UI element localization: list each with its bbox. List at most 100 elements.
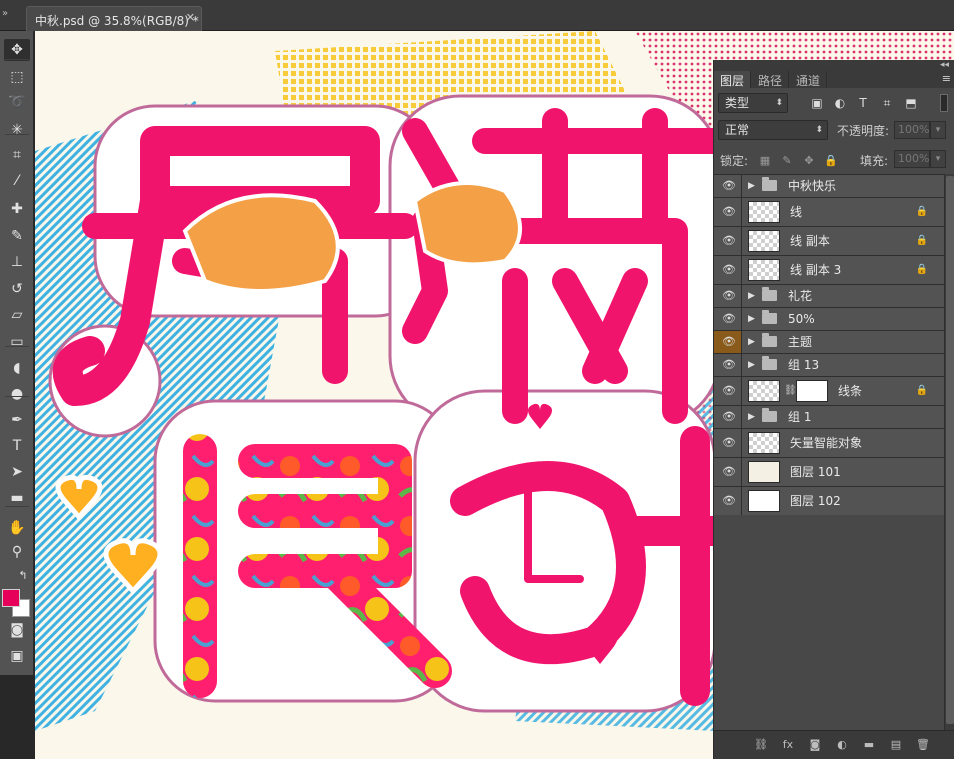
clone-stamp-tool[interactable]: ⊥ bbox=[4, 251, 30, 273]
layer-row[interactable]: 👁 ⛓ 线条 🔒 bbox=[714, 376, 944, 405]
collapse-panels-icon[interactable]: » bbox=[2, 8, 18, 20]
zoom-tool[interactable]: ⚲ bbox=[4, 541, 30, 563]
fill-field[interactable]: 100% bbox=[894, 150, 930, 168]
visibility-toggle[interactable]: 👁 bbox=[714, 458, 742, 486]
type-tool[interactable]: T bbox=[4, 435, 30, 457]
shape-filter-icon[interactable]: ⌗ bbox=[880, 96, 894, 110]
screen-mode-icon[interactable]: ▣ bbox=[4, 645, 30, 667]
lock-pixels-icon[interactable]: ✎ bbox=[780, 154, 794, 168]
layer-filter-select[interactable]: 类型 ⬍ bbox=[718, 93, 788, 113]
type-filter-icon[interactable]: T bbox=[856, 96, 870, 110]
eye-icon[interactable]: 👁 bbox=[722, 384, 736, 398]
path-selection-tool[interactable]: ➤ bbox=[4, 461, 30, 483]
smart-object-filter-icon[interactable]: ⬒ bbox=[904, 96, 918, 110]
layer-mask-thumbnail[interactable] bbox=[796, 380, 828, 402]
layer-row[interactable]: 👁 线 🔒 bbox=[714, 197, 944, 226]
layer-row[interactable]: 👁 矢量智能对象 bbox=[714, 428, 944, 457]
history-brush-tool[interactable]: ↺ bbox=[4, 278, 30, 300]
expand-arrow-icon[interactable]: ▶ bbox=[748, 312, 755, 326]
visibility-toggle[interactable]: 👁 bbox=[714, 285, 742, 307]
link-layers-icon[interactable]: ⛓ bbox=[754, 738, 768, 752]
lasso-tool[interactable]: ➰ bbox=[4, 91, 30, 113]
layers-scrollbar[interactable] bbox=[944, 174, 954, 730]
panel-menu-icon[interactable]: ≡ bbox=[942, 72, 951, 85]
layer-row[interactable]: 👁 ▶ 中秋快乐 bbox=[714, 174, 944, 197]
link-icon[interactable]: ⛓ bbox=[784, 384, 797, 398]
swap-colors-icon[interactable]: ↰ bbox=[16, 564, 30, 586]
visibility-toggle[interactable]: 👁 bbox=[714, 354, 742, 376]
new-layer-icon[interactable]: ▤ bbox=[889, 738, 903, 752]
foreground-color-swatch[interactable] bbox=[2, 589, 20, 607]
gradient-tool[interactable]: ▭ bbox=[4, 331, 30, 353]
pixel-filter-icon[interactable]: ▣ bbox=[810, 96, 824, 110]
brush-tool[interactable]: ✎ bbox=[4, 225, 30, 247]
eyedropper-tool[interactable]: ⁄ bbox=[4, 170, 30, 192]
eye-icon[interactable]: 👁 bbox=[722, 410, 736, 424]
visibility-toggle[interactable]: 👁 bbox=[714, 198, 742, 226]
filter-toggle[interactable] bbox=[940, 94, 948, 112]
tab-channels[interactable]: 通道 bbox=[790, 71, 828, 88]
collapse-panel-icon[interactable]: ◂◂ bbox=[940, 60, 949, 70]
visibility-toggle[interactable]: 👁 bbox=[714, 175, 742, 197]
eye-icon[interactable]: 👁 bbox=[722, 312, 736, 326]
visibility-toggle[interactable]: 👁 bbox=[714, 331, 742, 353]
layer-row[interactable]: 👁 ▶ 主题 bbox=[714, 330, 944, 353]
eye-icon[interactable]: 👁 bbox=[722, 465, 736, 479]
fill-dropdown-icon[interactable]: ▾ bbox=[930, 150, 946, 168]
move-tool[interactable]: ✥ bbox=[4, 39, 30, 61]
tab-paths[interactable]: 路径 bbox=[752, 71, 790, 88]
lock-all-icon[interactable]: 🔒 bbox=[824, 154, 838, 168]
expand-arrow-icon[interactable]: ▶ bbox=[748, 335, 755, 349]
eye-icon[interactable]: 👁 bbox=[722, 436, 736, 450]
adjustment-layer-icon[interactable]: ◐ bbox=[835, 738, 849, 752]
layer-row[interactable]: 👁 ▶ 组 13 bbox=[714, 353, 944, 376]
visibility-toggle[interactable]: 👁 bbox=[714, 487, 742, 515]
dodge-tool[interactable]: ● bbox=[4, 383, 30, 405]
layer-row[interactable]: 👁 ▶ 50% bbox=[714, 307, 944, 330]
layer-row[interactable]: 👁 ▶ 礼花 bbox=[714, 284, 944, 307]
lock-position-icon[interactable]: ✥ bbox=[802, 154, 816, 168]
new-group-icon[interactable]: ▬ bbox=[862, 738, 876, 752]
delete-layer-icon[interactable]: 🗑 bbox=[916, 738, 930, 752]
layer-row[interactable]: 👁 ▶ 组 1 bbox=[714, 405, 944, 428]
eye-icon[interactable]: 👁 bbox=[722, 335, 736, 349]
add-mask-icon[interactable]: ◙ bbox=[808, 738, 822, 752]
scrollbar-thumb[interactable] bbox=[946, 176, 954, 724]
layer-row[interactable]: 👁 图层 102 bbox=[714, 486, 944, 515]
eye-icon[interactable]: 👁 bbox=[722, 289, 736, 303]
eye-icon[interactable]: 👁 bbox=[722, 358, 736, 372]
tab-layers[interactable]: 图层 bbox=[714, 71, 752, 88]
pen-tool[interactable]: ✒ bbox=[4, 409, 30, 431]
document-tab[interactable]: 中秋.psd @ 35.8%(RGB/8) * ✕ bbox=[26, 6, 202, 31]
blur-tool[interactable]: ◖ bbox=[4, 357, 30, 379]
opacity-dropdown-icon[interactable]: ▾ bbox=[930, 121, 946, 139]
layer-row[interactable]: 👁 图层 101 bbox=[714, 457, 944, 486]
visibility-toggle[interactable]: 👁 bbox=[714, 256, 742, 284]
eye-icon[interactable]: 👁 bbox=[722, 494, 736, 508]
quick-mask-icon[interactable]: ◙ bbox=[4, 619, 30, 641]
expand-arrow-icon[interactable]: ▶ bbox=[748, 289, 755, 303]
add-style-icon[interactable]: fx bbox=[781, 738, 795, 752]
visibility-toggle[interactable]: 👁 bbox=[714, 377, 742, 405]
hand-tool[interactable]: ✋ bbox=[4, 517, 30, 539]
eraser-tool[interactable]: ▱ bbox=[4, 304, 30, 326]
lock-transparency-icon[interactable]: ▦ bbox=[758, 154, 772, 168]
marquee-tool[interactable]: ⬚ bbox=[4, 66, 30, 88]
visibility-toggle[interactable]: 👁 bbox=[714, 308, 742, 330]
layer-row[interactable]: 👁 线 副本 🔒 bbox=[714, 226, 944, 255]
visibility-toggle[interactable]: 👁 bbox=[714, 227, 742, 255]
crop-tool[interactable]: ⌗ bbox=[4, 144, 30, 166]
blend-mode-select[interactable]: 正常 ⬍ bbox=[718, 120, 828, 140]
visibility-toggle[interactable]: 👁 bbox=[714, 429, 742, 457]
expand-arrow-icon[interactable]: ▶ bbox=[748, 179, 755, 193]
eye-icon[interactable]: 👁 bbox=[722, 205, 736, 219]
expand-arrow-icon[interactable]: ▶ bbox=[748, 358, 755, 372]
expand-arrow-icon[interactable]: ▶ bbox=[748, 410, 755, 424]
visibility-toggle[interactable]: 👁 bbox=[714, 406, 742, 428]
close-tab-icon[interactable]: ✕ bbox=[186, 11, 195, 24]
magic-wand-tool[interactable]: ✳ bbox=[4, 119, 30, 141]
eye-icon[interactable]: 👁 bbox=[722, 263, 736, 277]
layer-row[interactable]: 👁 线 副本 3 🔒 bbox=[714, 255, 944, 284]
healing-brush-tool[interactable]: ✚ bbox=[4, 198, 30, 220]
eye-icon[interactable]: 👁 bbox=[722, 234, 736, 248]
